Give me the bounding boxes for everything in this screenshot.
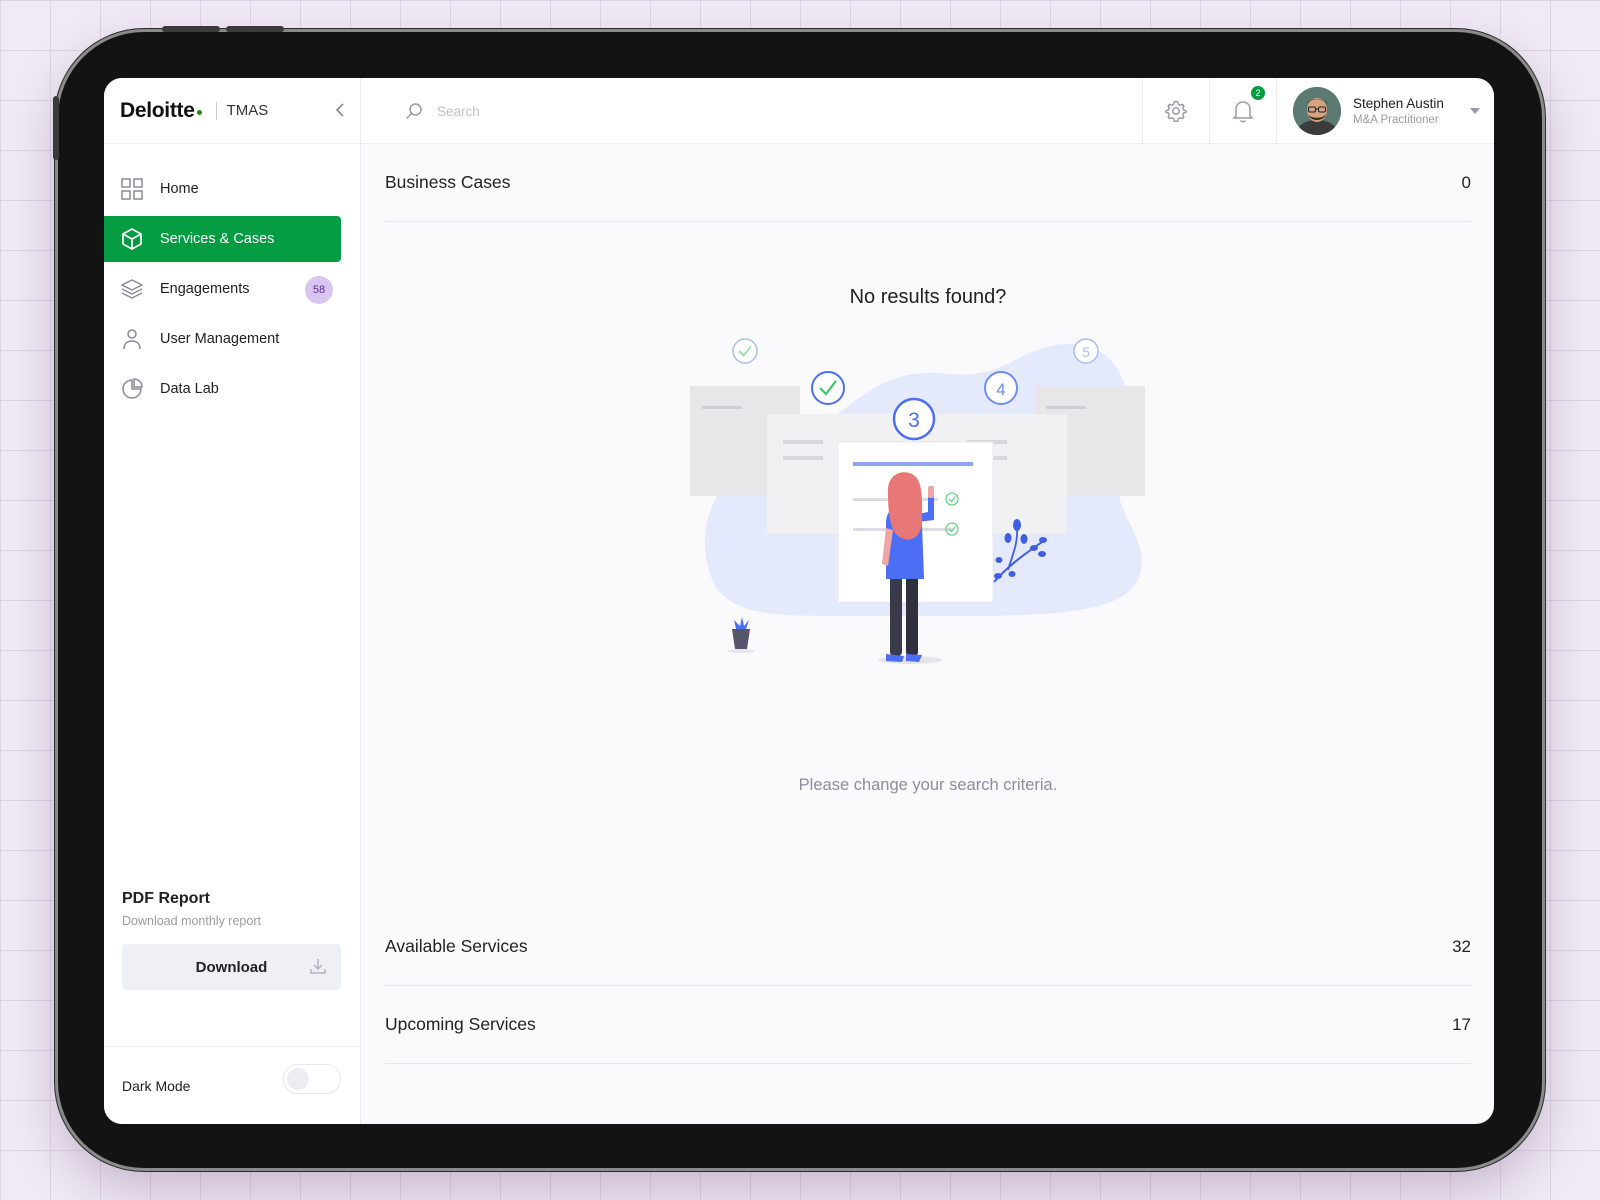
- tablet-side-button: [53, 96, 59, 160]
- sidebar-nav: Home Services & Cases Engagements 58 Use…: [104, 144, 360, 412]
- empty-state-title: No results found?: [849, 286, 1007, 308]
- bell-icon: [1232, 101, 1254, 123]
- section-label: Upcoming Services: [385, 1014, 536, 1034]
- top-header: 2 Stephen Austin M&A Practitioner: [361, 78, 1494, 144]
- section-count: 17: [1452, 1014, 1471, 1034]
- layers-icon: [120, 277, 144, 301]
- step-label: 4: [996, 380, 1005, 399]
- section-label: Business Cases: [385, 172, 511, 192]
- user-name: Stephen Austin: [1353, 96, 1444, 111]
- sidebar-item-user-management[interactable]: User Management: [104, 316, 341, 362]
- avatar: [1293, 87, 1341, 135]
- chevron-left-icon: [335, 103, 344, 117]
- sidebar-item-data-lab[interactable]: Data Lab: [104, 366, 341, 412]
- app-name: TMAS: [226, 102, 269, 119]
- download-button-label: Download: [195, 958, 268, 976]
- sidebar: Deloitte TMAS Home Services & Cases Enga…: [104, 78, 361, 1124]
- user-icon: [120, 327, 144, 351]
- section-row-business-cases[interactable]: Business Cases 0: [385, 144, 1471, 222]
- pdf-report-panel: PDF Report Download monthly report Downl…: [122, 890, 342, 990]
- cube-icon: [120, 227, 144, 251]
- main-content: Business Cases 0 No results found? 3 4 5…: [385, 144, 1471, 1124]
- step-label: 3: [908, 409, 920, 432]
- notifications-button[interactable]: 2: [1209, 78, 1276, 144]
- sidebar-item-home[interactable]: Home: [104, 166, 341, 212]
- sidebar-item-label: Engagements: [160, 281, 250, 297]
- user-role: M&A Practitioner: [1353, 114, 1439, 126]
- user-menu[interactable]: Stephen Austin M&A Practitioner: [1276, 78, 1494, 144]
- toggle-knob: [287, 1068, 309, 1090]
- sidebar-item-label: Home: [160, 181, 199, 197]
- dark-mode-row: Dark Mode: [104, 1046, 361, 1124]
- pdf-report-subtitle: Download monthly report: [122, 914, 261, 928]
- brand-logo: Deloitte: [120, 99, 202, 123]
- user-info: Stephen Austin M&A Practitioner: [1353, 96, 1444, 126]
- pdf-report-title: PDF Report: [122, 890, 210, 907]
- brand-bar: Deloitte TMAS: [104, 78, 360, 144]
- empty-state-subtitle: Please change your search criteria.: [798, 776, 1058, 794]
- sidebar-item-label: Services & Cases: [160, 231, 275, 247]
- sidebar-item-engagements[interactable]: Engagements 58: [104, 266, 341, 312]
- gear-icon: [1165, 100, 1187, 122]
- sidebar-item-label: Data Lab: [160, 381, 219, 397]
- sidebar-item-services-cases[interactable]: Services & Cases: [104, 216, 341, 262]
- empty-state-illustration: 3 4 5: [690, 338, 1145, 664]
- dark-mode-label: Dark Mode: [122, 1077, 191, 1094]
- grid-icon: [120, 177, 144, 201]
- section-row-available-services[interactable]: Available Services 32: [385, 908, 1471, 986]
- search-icon: [405, 103, 422, 120]
- pie-chart-icon: [120, 377, 144, 401]
- engagements-count-badge: 58: [305, 276, 333, 304]
- sidebar-item-label: User Management: [160, 331, 280, 347]
- step-label: 5: [1082, 344, 1090, 360]
- dark-mode-toggle[interactable]: [283, 1064, 341, 1094]
- search-bar: [405, 98, 905, 124]
- section-label: Available Services: [385, 936, 528, 956]
- tablet-volume-button: [226, 26, 284, 32]
- tablet-volume-button: [162, 26, 220, 32]
- app-screen: Deloitte TMAS Home Services & Cases Enga…: [104, 78, 1494, 1124]
- download-button[interactable]: Download: [122, 944, 341, 990]
- section-row-upcoming-services[interactable]: Upcoming Services 17: [385, 986, 1471, 1064]
- section-count: 32: [1452, 936, 1471, 956]
- download-icon: [310, 959, 326, 974]
- notification-count-badge: 2: [1249, 84, 1267, 102]
- brand-separator: [215, 101, 217, 120]
- section-count: 0: [1461, 172, 1471, 192]
- caret-down-icon: [1470, 108, 1480, 114]
- collapse-sidebar-button[interactable]: [330, 100, 350, 120]
- settings-button[interactable]: [1142, 78, 1209, 144]
- search-input[interactable]: [437, 103, 837, 119]
